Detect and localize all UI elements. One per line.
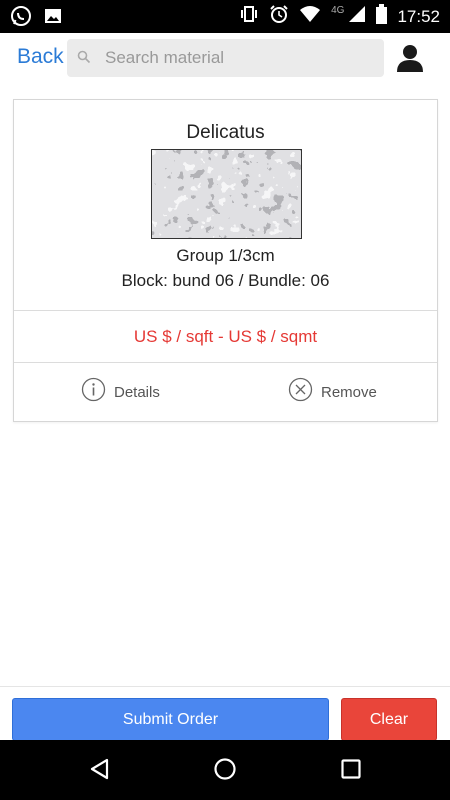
card-divider [14, 362, 437, 363]
remove-label: Remove [321, 383, 377, 401]
status-time: 17:52 [397, 6, 440, 26]
material-block-bundle: Block: bund 06 / Bundle: 06 [121, 271, 330, 290]
user-profile-icon[interactable] [395, 43, 425, 78]
back-button[interactable]: Back [17, 45, 64, 69]
wifi-icon [299, 5, 321, 28]
whatsapp-icon [10, 5, 32, 32]
card-divider [14, 310, 437, 311]
submit-order-button[interactable]: Submit Order [12, 698, 329, 741]
material-name: Delicatus [186, 122, 265, 143]
nav-back-icon[interactable] [88, 757, 112, 786]
signal-icon [348, 5, 366, 28]
close-circle-icon [288, 377, 313, 407]
alarm-icon [269, 4, 289, 29]
material-group: Group 1/3cm [176, 246, 275, 265]
remove-button[interactable]: Remove [288, 377, 377, 407]
search-box[interactable] [67, 39, 384, 77]
material-price: US $ / sqft - US $ / sqmt [133, 327, 318, 346]
clear-button[interactable]: Clear [341, 698, 437, 741]
status-bar: 4G 17:52 [0, 0, 450, 33]
network-type-label: 4G [331, 5, 345, 16]
info-icon [81, 377, 106, 407]
bottom-action-bar: Submit Order Clear [0, 686, 450, 741]
details-button[interactable]: Details [81, 377, 160, 407]
material-image[interactable] [151, 149, 302, 239]
details-label: Details [114, 383, 160, 401]
nav-recents-icon[interactable] [339, 757, 363, 786]
header: Back [0, 33, 450, 85]
battery-icon [376, 4, 388, 29]
material-card: Delicatus Group 1/3cm Block: bund 06 / B… [13, 99, 438, 422]
search-input[interactable] [105, 39, 375, 77]
navigation-bar [0, 740, 450, 800]
gallery-icon [44, 7, 62, 30]
vibrate-icon [239, 4, 259, 29]
nav-home-icon[interactable] [213, 757, 237, 786]
search-icon [77, 50, 91, 69]
